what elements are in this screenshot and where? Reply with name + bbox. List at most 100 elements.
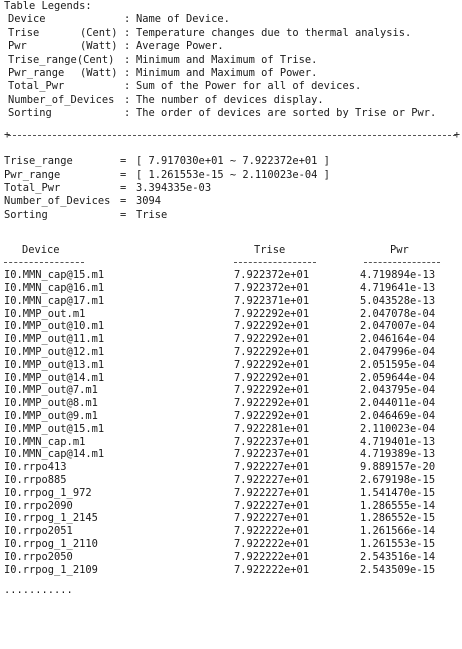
table-row: I0.rrpo885 7.922227e+01 2.679198e-15 xyxy=(4,474,460,487)
legend-colon: : xyxy=(124,40,131,53)
cell-pwr: 4.719894e-13 xyxy=(360,269,436,282)
cell-trise: 7.922372e+01 xyxy=(234,282,310,295)
cell-pwr: 4.719641e-13 xyxy=(360,282,436,295)
truncation-ellipsis: ........... xyxy=(4,584,73,597)
summary-value: Trise xyxy=(136,208,168,221)
cell-device: I0.rrpo2090 xyxy=(4,499,73,512)
cell-trise: 7.922371e+01 xyxy=(234,294,310,307)
legend-description: Minimum and Maximum of Power. xyxy=(136,66,318,79)
cell-trise: 7.922227e+01 xyxy=(234,461,310,474)
legend-description: The order of devices are sorted by Trise… xyxy=(136,107,437,120)
table-row: I0.rrpo2090 7.922227e+01 1.286555e-14 xyxy=(4,500,460,513)
cell-device: I0.MMP_out.m1 xyxy=(4,307,86,320)
cell-pwr: 2.046469e-04 xyxy=(360,410,436,422)
legend-item: Trise_range(Cent): Minimum and Maximum of… xyxy=(4,54,460,67)
table-row: I0.rrpog_1_972 7.922227e+01 1.541470e-15 xyxy=(4,487,460,500)
cell-pwr: 1.261566e-14 xyxy=(360,525,436,538)
cell-trise: 7.922222e+01 xyxy=(234,550,310,563)
legend-item: Trise (Cent): Temperature changes due to t… xyxy=(4,27,460,40)
cell-trise: 7.922292e+01 xyxy=(234,346,310,359)
legend-description: Sum of the Power for all of devices. xyxy=(136,80,362,93)
cell-pwr: 1.261553e-15 xyxy=(360,537,436,550)
table-row: I0.MMP_out@15.m1 7.922281e+01 2.110023e-04 xyxy=(4,423,460,436)
legend-description: Average Power. xyxy=(136,40,224,53)
legend-item: Device: Name of Device. xyxy=(4,13,460,26)
cell-device: I0.rrpog_1_2109 xyxy=(4,563,98,576)
summary-value: [ 7.917030e+01 ~ 7.922372e+01 ] xyxy=(136,155,330,168)
cell-device: I0.MMN_cap@15.m1 xyxy=(4,269,105,282)
table-row: I0.rrpog_1_2110 7.922222e+01 1.261553e-15 xyxy=(4,538,460,551)
cell-trise: 7.922222e+01 xyxy=(234,563,310,576)
cell-device: I0.rrpo413 xyxy=(4,461,67,474)
legend-description: Temperature changes due to thermal analy… xyxy=(136,26,412,39)
summary-equals: = xyxy=(120,182,127,195)
cell-trise: 7.922222e+01 xyxy=(234,525,310,538)
legend-item: Number_of_Devices: The number of devices … xyxy=(4,94,460,107)
legend-colon: : xyxy=(124,13,131,26)
header-trise: Trise xyxy=(254,243,286,256)
cell-device: I0.MMN_cap@17.m1 xyxy=(4,294,105,307)
cell-pwr: 9.889157e-20 xyxy=(360,461,436,474)
table-header: Device Trise Pwr xyxy=(4,244,460,257)
cell-trise: 7.922292e+01 xyxy=(234,371,310,384)
cell-pwr: 1.286552e-15 xyxy=(360,512,436,525)
cell-pwr: 2.051595e-04 xyxy=(360,358,436,371)
table-row: I0.rrpo413 7.922227e+01 9.889157e-20 xyxy=(4,461,460,474)
cell-pwr: 4.719389e-13 xyxy=(360,448,436,461)
cell-trise: 7.922227e+01 xyxy=(234,512,310,525)
summary-item: Pwr_range = [ 1.261553e-15 ~ 2.110023e-04 … xyxy=(4,169,460,182)
separator-rule xyxy=(8,134,456,136)
cell-pwr: 2.110023e-04 xyxy=(360,422,436,435)
summary-equals: = xyxy=(120,168,127,181)
cell-trise: 7.922292e+01 xyxy=(234,384,310,397)
legend-key: Pwr_range xyxy=(8,66,65,79)
table-row: I0.MMP_out@11.m1 7.922292e+01 2.046164e-04 xyxy=(4,333,460,346)
summary-key: Trise_range xyxy=(4,155,73,168)
cell-pwr: 2.047078e-04 xyxy=(360,307,436,320)
cell-pwr: 2.543516e-14 xyxy=(360,550,436,563)
table-row: I0.MMN_cap@15.m1 7.922372e+01 4.719894e-13 xyxy=(4,269,460,282)
legend-unit: (Cent) xyxy=(80,26,118,39)
legend-item: Pwr_range (Watt): Minimum and Maximum of P… xyxy=(4,67,460,80)
section-separator: + + xyxy=(4,129,460,142)
separator-plus-right: + xyxy=(453,128,460,141)
table-row: I0.MMP_out@14.m1 7.922292e+01 2.059644e-04 xyxy=(4,372,460,385)
cell-pwr: 1.541470e-15 xyxy=(360,486,436,499)
cell-trise: 7.922292e+01 xyxy=(234,397,310,410)
summary-block: Trise_range = [ 7.917030e+01 ~ 7.922372e+0… xyxy=(4,155,460,222)
legend-title: Table Legends: xyxy=(4,0,92,12)
cell-device: I0.rrpog_1_2110 xyxy=(4,537,98,550)
summary-key: Sorting xyxy=(4,208,48,221)
cell-device: I0.rrpo2051 xyxy=(4,525,73,538)
table-row: I0.MMN_cap.m1 7.922237e+01 4.719401e-13 xyxy=(4,436,460,449)
cell-trise: 7.922227e+01 xyxy=(234,499,310,512)
cell-device: I0.MMN_cap.m1 xyxy=(4,435,86,448)
summary-equals: = xyxy=(120,195,127,208)
pwr-underline xyxy=(364,262,440,264)
cell-pwr: 1.286555e-14 xyxy=(360,499,436,512)
table-row: I0.MMP_out@8.m1 7.922292e+01 2.044011e-04 xyxy=(4,397,460,410)
table-row: I0.MMN_cap@16.m1 7.922372e+01 4.719641e-13 xyxy=(4,282,460,295)
legend-unit: (Watt) xyxy=(80,66,118,79)
summary-value: [ 1.261553e-15 ~ 2.110023e-04 ] xyxy=(136,168,330,181)
cell-device: I0.rrpog_1_2145 xyxy=(4,512,98,525)
table-row: I0.MMP_out@10.m1 7.922292e+01 2.047007e-04 xyxy=(4,320,460,333)
legend-colon: : xyxy=(124,53,131,66)
cell-trise: 7.922292e+01 xyxy=(234,358,310,371)
legend-key: Trise_range(Cent) xyxy=(8,53,115,66)
cell-device: I0.rrpog_1_972 xyxy=(4,486,92,499)
cell-pwr: 2.046164e-04 xyxy=(360,333,436,346)
cell-device: I0.MMP_out@13.m1 xyxy=(4,358,105,371)
cell-device: I0.MMN_cap@16.m1 xyxy=(4,282,105,295)
summary-equals: = xyxy=(120,155,127,168)
legend-item: Total_Pwr: Sum of the Power for all of de… xyxy=(4,80,460,93)
cell-device: I0.MMP_out@11.m1 xyxy=(4,333,105,346)
legend-colon: : xyxy=(124,66,131,79)
cell-trise: 7.922237e+01 xyxy=(234,435,310,448)
legend-item: Sorting: The order of devices are sorted … xyxy=(4,107,460,120)
cell-device: I0.rrpo2050 xyxy=(4,550,73,563)
summary-item: Total_Pwr = 3.394335e-03 xyxy=(4,182,460,195)
cell-pwr: 2.679198e-15 xyxy=(360,473,436,486)
legend-description: Minimum and Maximum of Trise. xyxy=(136,53,318,66)
cell-pwr: 2.059644e-04 xyxy=(360,371,436,384)
